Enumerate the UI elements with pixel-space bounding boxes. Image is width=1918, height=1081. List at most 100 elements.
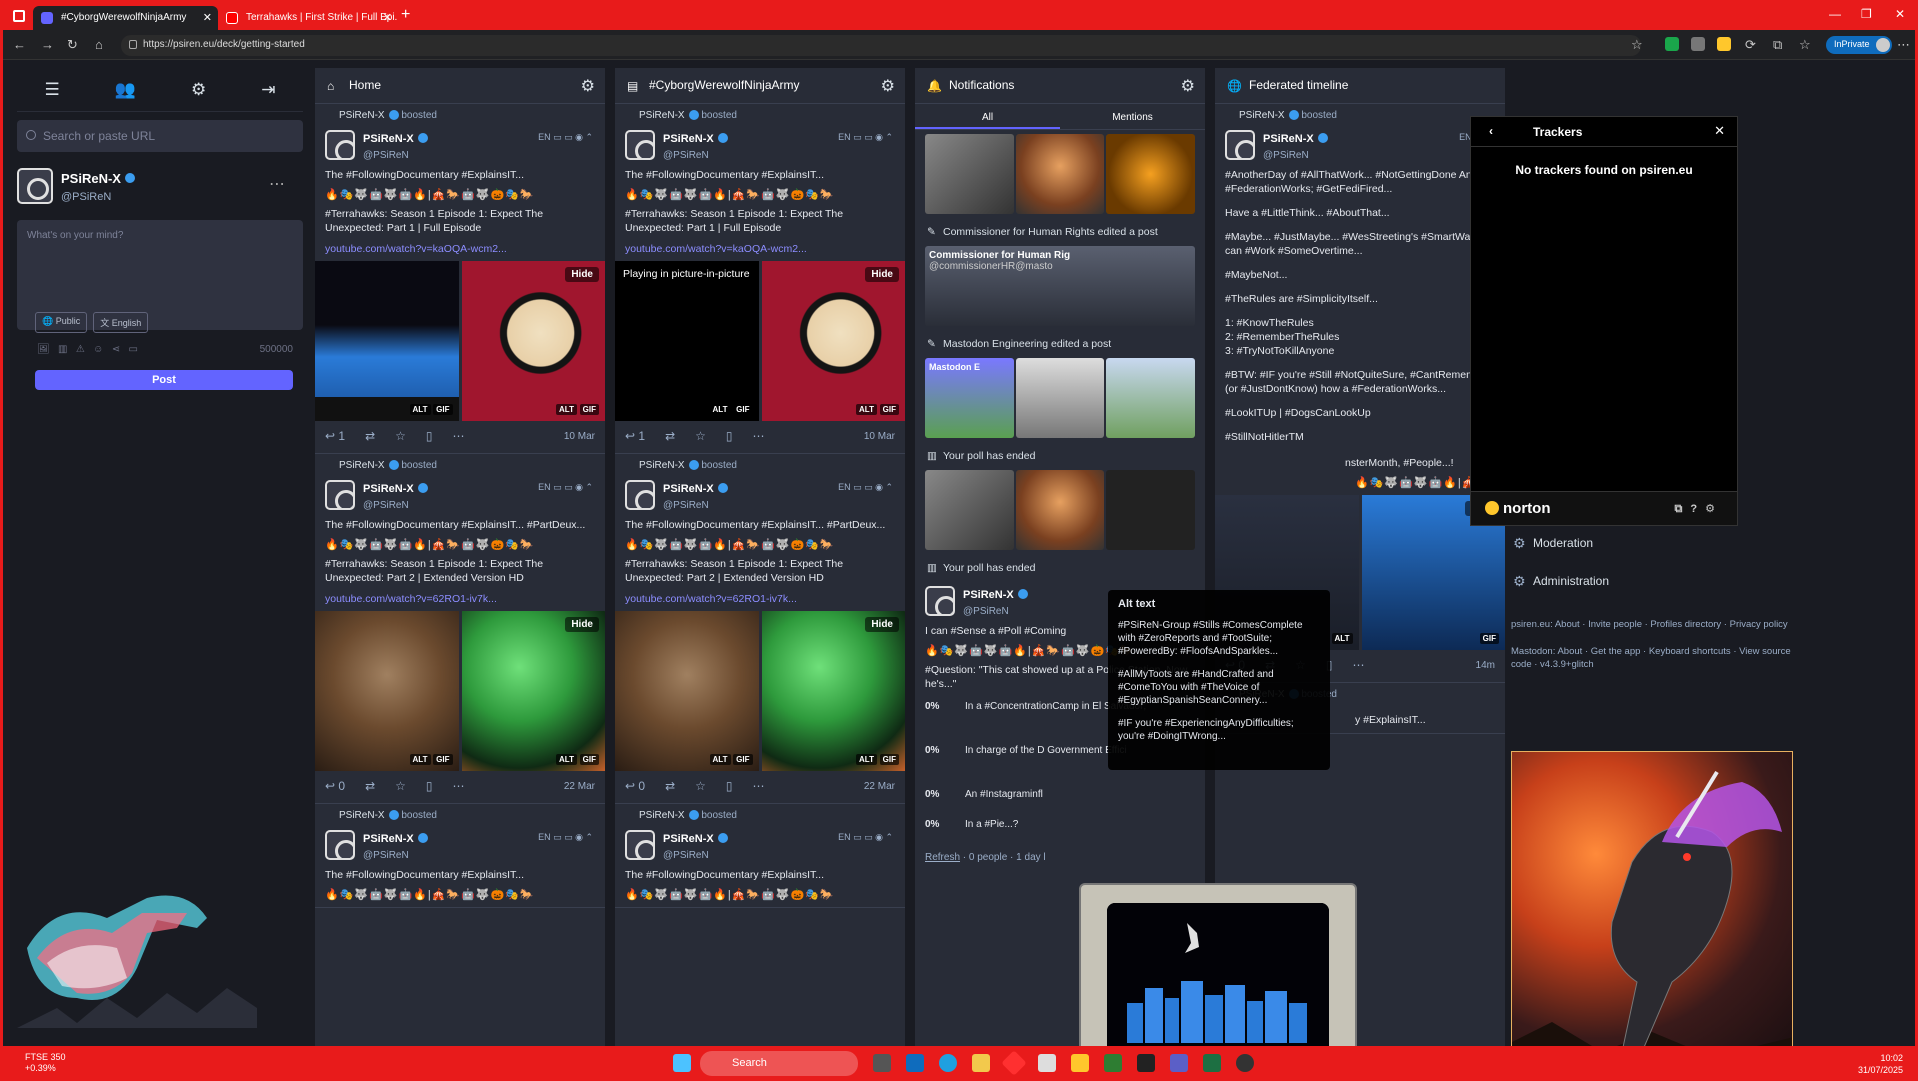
notification-edit[interactable]: ✎ Commissioner for Human Rights edited a …	[915, 218, 1205, 242]
teams-icon[interactable]	[1170, 1054, 1188, 1072]
thread-icon[interactable]: ▭	[128, 344, 137, 355]
attach-media-icon[interactable]: 🖼	[37, 344, 50, 355]
tab-terrahawks[interactable]: Terrahawks | First Strike | Full Epi... …	[218, 6, 398, 30]
app-icon[interactable]	[1038, 1054, 1056, 1072]
avatar[interactable]	[625, 830, 655, 860]
mastodon-footer-links[interactable]: Mastodon: About · Get the app · Keyboard…	[1511, 645, 1793, 671]
back-icon[interactable]: ‹	[1489, 124, 1493, 138]
refresh-poll-link[interactable]: Refresh	[925, 852, 960, 863]
media-image[interactable]: Mastodon E	[925, 358, 1014, 438]
close-tab-icon[interactable]: ✕	[203, 11, 212, 24]
search-input[interactable]: Search or paste URL	[17, 120, 303, 152]
avatar[interactable]	[325, 130, 355, 160]
bookmark-icon[interactable]: ▯	[426, 429, 433, 447]
media-image[interactable]	[1015, 470, 1105, 550]
inprivate-badge[interactable]: InPrivate	[1826, 36, 1892, 54]
avatar[interactable]	[625, 130, 655, 160]
close-tab-icon[interactable]: ✕	[383, 11, 392, 24]
stocks-widget[interactable]: FTSE 350 +0.39%	[25, 1052, 66, 1074]
account-menu-icon[interactable]: ⋯	[269, 174, 285, 194]
avatar[interactable]	[17, 168, 53, 204]
media-image[interactable]: ALT GIF	[315, 261, 459, 421]
media-player-icon[interactable]	[1236, 1054, 1254, 1072]
norton-icon[interactable]	[1071, 1054, 1089, 1072]
close-icon[interactable]: ✕	[1714, 123, 1725, 139]
favorite-star-icon[interactable]: ☆	[1631, 37, 1643, 53]
extension-grey-icon[interactable]	[1691, 37, 1705, 51]
bookmark-icon[interactable]: ▯	[726, 429, 733, 447]
column-settings-icon[interactable]: ⚙	[881, 76, 895, 96]
moderation-link[interactable]: Moderation	[1511, 535, 1793, 574]
extension-green-icon[interactable]	[1665, 37, 1679, 51]
home-icon[interactable]: ⌂	[95, 37, 103, 52]
notification-edit[interactable]: ✎ Mastodon Engineering edited a post	[915, 330, 1205, 354]
home-column-header[interactable]: ⌂ Home ⚙	[315, 68, 605, 104]
app-icon[interactable]	[1001, 1050, 1027, 1076]
status-post[interactable]: PSiReN-X boosted PSiReN-X @PSiReN EN ▭ ▭ ◉…	[615, 454, 905, 804]
taskbar-search[interactable]: Search	[700, 1051, 858, 1076]
boost-icon[interactable]: ⇄	[665, 429, 675, 447]
post-button[interactable]: Post	[35, 370, 293, 390]
share-icon[interactable]: ⋖	[112, 344, 120, 355]
notification-poll-ended[interactable]: ▥ Your poll has ended	[915, 554, 1205, 578]
close-window-icon[interactable]: ✕	[1895, 7, 1905, 21]
avatar[interactable]	[325, 830, 355, 860]
media-pip-placeholder[interactable]: Playing in picture-in-picture ALT GIF	[615, 261, 759, 421]
maximize-icon[interactable]: ❐	[1861, 7, 1872, 21]
visibility-button[interactable]: 🌐 Public	[35, 312, 88, 333]
media-image[interactable]	[1015, 358, 1105, 438]
hashtag-column-header[interactable]: ▤ #CyborgWerewolfNinjaArmy ⚙	[615, 68, 905, 104]
media-image[interactable]	[1015, 134, 1105, 214]
minimize-icon[interactable]: —	[1829, 7, 1841, 21]
reply-icon[interactable]: ↩ 0	[325, 779, 345, 797]
more-icon[interactable]: ⋯	[453, 429, 465, 447]
more-icon[interactable]: ⋯	[1353, 658, 1365, 676]
status-post[interactable]: PSiReN-X boosted PSiReN-X @PSiReN EN ▭ ▭ ◉…	[615, 804, 905, 908]
more-icon[interactable]: ⋯	[753, 779, 765, 797]
task-view-icon[interactable]	[873, 1054, 891, 1072]
status-post[interactable]: PSiReN-X boosted PSiReN-X @PSiReN EN ▭ ▭ ◉…	[315, 804, 605, 908]
notifications-column-header[interactable]: 🔔 Notifications ⚙	[915, 68, 1205, 104]
notification-media-row[interactable]	[925, 134, 1196, 214]
notification-media-row[interactable]	[925, 470, 1196, 550]
federated-column-header[interactable]: 🌐 Federated timeline	[1215, 68, 1505, 104]
tab-all[interactable]: All	[915, 104, 1060, 129]
app-icon[interactable]	[1104, 1054, 1122, 1072]
reply-icon[interactable]: ↩ 1	[625, 429, 645, 447]
media-image[interactable]: Hide ALT GIF	[461, 261, 605, 421]
system-clock[interactable]: 10:02 31/07/2025	[1858, 1052, 1903, 1076]
media-image[interactable]: Hide ALT GIF	[761, 611, 905, 771]
logout-icon[interactable]: ⇥	[261, 80, 275, 100]
reply-icon[interactable]: ↩ 0	[625, 779, 645, 797]
extensions-icon[interactable]: ⧉	[1773, 37, 1782, 53]
menu-icon[interactable]: ☰	[45, 80, 60, 100]
avatar[interactable]	[1225, 130, 1255, 160]
favourite-icon[interactable]: ☆	[695, 429, 706, 447]
more-icon[interactable]: ⋯	[1897, 37, 1910, 53]
psiren-footer-links[interactable]: psiren.eu: About · Invite people · Profi…	[1511, 618, 1793, 631]
favourite-icon[interactable]: ☆	[395, 429, 406, 447]
start-icon[interactable]	[673, 1054, 691, 1072]
more-icon[interactable]: ⋯	[753, 429, 765, 447]
tab-mentions[interactable]: Mentions	[1060, 104, 1205, 129]
avatar[interactable]	[325, 480, 355, 510]
tab-cyborg[interactable]: #CyborgWerewolfNinjaArmy ✕	[33, 6, 218, 30]
back-icon[interactable]: ←	[13, 37, 26, 52]
media-image[interactable]: ALT GIF	[615, 611, 759, 771]
favorites-icon[interactable]: ☆	[1799, 37, 1811, 53]
media-image[interactable]	[1106, 358, 1196, 438]
bookmark-icon[interactable]: ▯	[426, 779, 433, 797]
refresh-icon[interactable]: ↻	[67, 37, 78, 53]
open-external-icon[interactable]: ⧉	[1675, 503, 1691, 515]
app-icon[interactable]	[1137, 1054, 1155, 1072]
people-icon[interactable]: 👥	[115, 80, 136, 100]
status-post[interactable]: PSiReN-X boosted PSiReN-X @PSiReN EN ▭ ▭ ◉…	[315, 454, 605, 804]
column-settings-icon[interactable]: ⚙	[581, 76, 595, 96]
media-image[interactable]: Hide ALT GIF	[461, 611, 605, 771]
notification-media-row[interactable]: Mastodon E	[925, 358, 1196, 438]
media-image[interactable]	[925, 470, 1014, 550]
boost-icon[interactable]: ⇄	[665, 779, 675, 797]
notification-status-card[interactable]: Commissioner for Human Rig @commissionerH…	[925, 246, 1195, 326]
help-icon[interactable]: ?	[1690, 503, 1705, 515]
status-post[interactable]: PSiReN-X boosted PSiReN-X @PSiReN EN ▭ ▭ ◉…	[615, 104, 905, 454]
